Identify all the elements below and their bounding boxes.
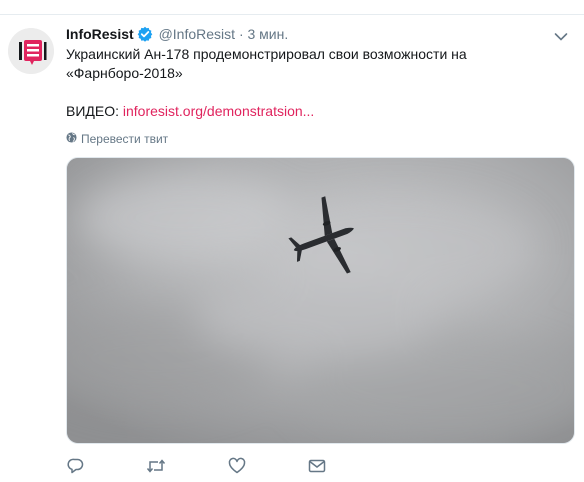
translate-tweet-button[interactable]: Перевести твит [66,132,168,146]
reply-icon[interactable] [66,456,86,476]
avatar[interactable] [8,28,54,74]
video-label: ВИДЕО: [66,103,123,119]
inforesist-logo-icon [8,28,54,74]
tweet-text-line-2: «Фарнборо-2018» [66,65,183,81]
video-line: ВИДЕО: inforesist.org/demonstratsion... [66,102,566,121]
tweet-text-line-1: Украинский Ан-178 продемонстрировал свои… [66,46,467,62]
tweet-actions [66,456,466,476]
author-handle[interactable]: @InfoResist [159,26,235,42]
chevron-down-icon[interactable] [554,29,568,41]
globe-icon [66,132,77,146]
separator-dot: · [238,26,244,42]
video-link[interactable]: inforesist.org/demonstratsion... [123,103,314,119]
tweet-text: Украинский Ан-178 продемонстрировал свои… [66,45,566,121]
retweet-icon[interactable] [146,456,166,476]
media-image[interactable] [66,157,575,444]
author-name[interactable]: InfoResist [66,26,134,42]
verified-badge-icon [137,26,153,46]
airplane-photo [67,158,574,443]
tweet[interactable]: InfoResist @InfoResist · 3 мин. Украинск… [0,15,584,482]
heart-icon[interactable] [227,456,247,476]
top-strip [0,0,584,15]
translate-label: Перевести твит [81,132,169,146]
timestamp[interactable]: 3 мин. [248,26,289,42]
top-red-mark [284,0,304,4]
tweet-header: InfoResist @InfoResist · 3 мин. [66,25,288,46]
envelope-icon[interactable] [307,456,327,476]
